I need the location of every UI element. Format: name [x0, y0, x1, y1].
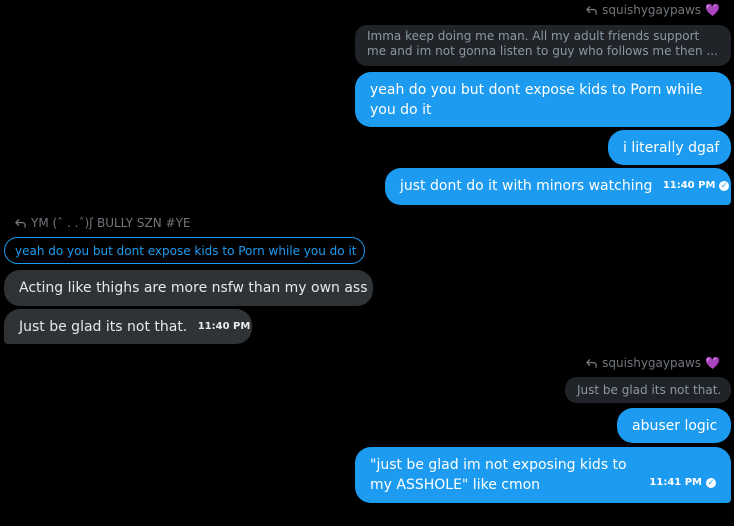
reply-label: YM (ˆ . .ˆ)ʃ BULLY SZN #YE	[14, 216, 191, 230]
received-message[interactable]: Just be glad its not that. 11:40 PM	[4, 309, 252, 344]
reply-arrow-icon	[586, 358, 597, 368]
quoted-message-text: Imma keep doing me man. All my adult fri…	[367, 29, 718, 58]
sent-message[interactable]: "just be glad im not exposing kids to my…	[355, 447, 731, 503]
purple-heart-icon: 💜	[705, 356, 720, 370]
sent-message[interactable]: i literally dgaf	[608, 130, 731, 165]
reply-to-username: YM (ˆ . .ˆ)ʃ BULLY SZN #YE	[31, 216, 191, 230]
message-text: yeah do you but dont expose kids to Porn…	[370, 82, 703, 118]
quoted-message[interactable]: Just be glad its not that.	[565, 377, 731, 403]
sent-message[interactable]: abuser logic	[617, 408, 731, 443]
message-text: abuser logic	[632, 418, 718, 434]
reply-label: squishygaypaws 💜	[585, 356, 720, 370]
reply-arrow-icon	[15, 218, 26, 228]
quoted-message-text: Just be glad its not that.	[577, 382, 722, 397]
message-text: Acting like thighs are more nsfw than my…	[19, 280, 368, 296]
quoted-message-text: yeah do you but dont expose kids to Porn…	[15, 243, 357, 258]
timestamp-text: 11:41 PM	[649, 477, 702, 488]
message-text: i literally dgaf	[623, 140, 720, 156]
timestamp-text: 11:40 PM	[662, 180, 716, 191]
sent-message[interactable]: just dont do it with minors watching 11:…	[385, 168, 731, 205]
message-text: just dont do it with minors watching	[400, 178, 653, 194]
reply-to-username: squishygaypaws	[602, 356, 702, 370]
read-check-icon: ✓	[719, 181, 730, 191]
reply-arrow-icon	[586, 5, 597, 15]
received-message[interactable]: Acting like thighs are more nsfw than my…	[4, 270, 373, 306]
message-text: Just be glad its not that.	[19, 319, 188, 335]
sent-message[interactable]: yeah do you but dont expose kids to Porn…	[355, 72, 731, 127]
reply-label: squishygaypaws 💜	[585, 3, 720, 17]
message-timestamp: 11:40 PM	[198, 317, 251, 337]
message-text: "just be glad im not exposing kids to my…	[370, 457, 627, 493]
purple-heart-icon: 💜	[705, 3, 720, 17]
message-timestamp: 11:40 PM ✓	[663, 176, 730, 196]
timestamp-text: 11:40 PM	[197, 321, 251, 332]
read-check-icon: ✓	[706, 478, 716, 488]
message-timestamp: 11:41 PM ✓	[649, 473, 716, 493]
quoted-message[interactable]: Imma keep doing me man. All my adult fri…	[355, 25, 731, 66]
reply-to-username: squishygaypaws	[602, 3, 702, 17]
quoted-message[interactable]: yeah do you but dont expose kids to Porn…	[4, 237, 365, 264]
